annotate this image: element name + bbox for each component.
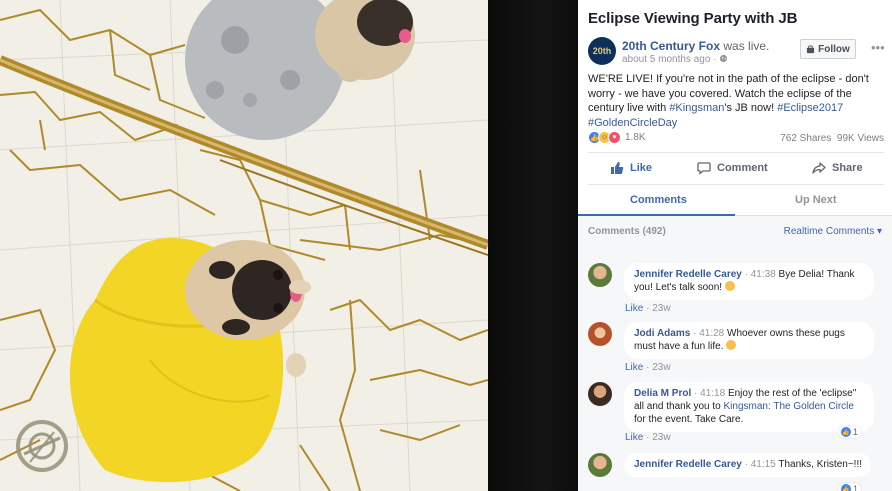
comment-time[interactable]: · 41:38 (745, 269, 776, 280)
thumbs-up-icon (611, 162, 624, 174)
shares-count[interactable]: 762 Shares (780, 133, 831, 144)
comment-bubble: Jennifer Redelle Carey · 41:15 Thanks, K… (624, 453, 872, 477)
comment-bubble: Delia M Prol · 41:18 Enjoy the rest of t… (624, 382, 874, 432)
author-line: 20th Century Fox was live. (622, 39, 769, 53)
avatar[interactable] (588, 382, 612, 406)
tab-comments[interactable]: Comments (630, 194, 687, 206)
divider (588, 152, 884, 153)
share-label: Share (832, 162, 863, 174)
comment-age: · 23w (646, 303, 671, 314)
avatar[interactable] (588, 322, 612, 346)
hashtag-goldencircleday[interactable]: #GoldenCircleDay (588, 117, 677, 129)
globe-icon (720, 54, 728, 63)
page-avatar[interactable]: 20th (588, 37, 616, 65)
live-video-player[interactable] (0, 0, 488, 491)
kingsman-logo (16, 420, 68, 472)
comment-age: · 23w (646, 432, 671, 443)
comment-sort-dropdown[interactable]: Realtime Comments ▾ (784, 226, 882, 237)
video-frame-illustration (0, 0, 488, 491)
comment-like-count: 1 (853, 427, 859, 437)
divider (588, 184, 884, 185)
comment-text: Thanks, Kristen~!!! (778, 459, 863, 470)
post-meta: about 5 months ago · (622, 54, 728, 65)
winking-emoji-icon (726, 340, 737, 350)
hashtag-kingsman[interactable]: #Kingsman (669, 102, 724, 114)
more-options-icon[interactable]: ••• (871, 40, 885, 55)
avatar[interactable] (588, 453, 612, 477)
comment-bubble: Jennifer Redelle Carey · 41:38 Bye Delia… (624, 263, 874, 300)
comment-meta: Like · 23w (625, 432, 671, 443)
thumbs-up-icon: 👍 (841, 484, 851, 491)
comment-like-badge[interactable]: 👍 1 (838, 483, 862, 491)
comment-time[interactable]: · 41:15 (745, 459, 776, 470)
post-text-mid: 's JB now! (724, 102, 778, 114)
was-live-text: was live. (723, 39, 770, 53)
rss-icon (807, 44, 815, 53)
comment-like-link[interactable]: Like (625, 303, 643, 314)
comment-label: Comment (717, 162, 768, 174)
comments-count: Comments (492) (588, 226, 666, 237)
post-title: Eclipse Viewing Party with JB (588, 10, 798, 27)
page-mention-link[interactable]: Kingsman: The Golden Circle (724, 401, 854, 412)
like-label: Like (630, 162, 653, 174)
comment-like-link[interactable]: Like (625, 432, 643, 443)
share-button[interactable]: Share (812, 161, 863, 175)
commenter-name[interactable]: Jennifer Redelle Carey (634, 269, 742, 280)
love-reaction-icon: ♥ (608, 131, 621, 144)
comment-like-link[interactable]: Like (625, 362, 643, 373)
comment-text-end: for the event. Take Care. (634, 414, 744, 425)
thumbs-up-icon: 👍 (841, 427, 851, 437)
reaction-count: 1.8K (625, 132, 646, 143)
comments-list: Comments (492) Realtime Comments ▾ Jenni… (578, 216, 892, 491)
follow-button[interactable]: Follow (800, 39, 856, 59)
comment-time[interactable]: · 41:18 (694, 388, 725, 399)
comment-like-count: 1 (853, 484, 859, 491)
follow-label: Follow (818, 43, 850, 55)
share-icon (812, 162, 826, 174)
commenter-name[interactable]: Delia M Prol (634, 388, 691, 399)
post-stats: 762 Shares 99K Views (780, 133, 884, 144)
commenter-name[interactable]: Jennifer Redelle Carey (634, 459, 742, 470)
comment-button[interactable]: Comment (697, 161, 892, 175)
post-panel: Eclipse Viewing Party with JB 20th 20th … (578, 0, 892, 491)
comment-icon (697, 162, 711, 175)
video-letterbox (488, 0, 578, 491)
comment-age: · 23w (646, 362, 671, 373)
post-timestamp[interactable]: about 5 months ago · (622, 54, 717, 65)
post-text: WE'RE LIVE! If you're not in the path of… (588, 72, 884, 130)
comment-like-badge[interactable]: 👍 1 (838, 426, 862, 438)
comment-bubble: Jodi Adams · 41:28 Whoever owns these pu… (624, 322, 874, 359)
tab-up-next[interactable]: Up Next (795, 194, 837, 206)
page-name-link[interactable]: 20th Century Fox (622, 39, 720, 53)
comment-time[interactable]: · 41:28 (693, 328, 724, 339)
hashtag-eclipse2017[interactable]: #Eclipse2017 (777, 102, 843, 114)
views-count: 99K Views (836, 133, 884, 144)
laughing-emoji-icon (724, 281, 735, 291)
like-button[interactable]: Like (610, 161, 652, 175)
reactions-summary[interactable]: 👍 ☺ ♥ 1.8K (588, 131, 646, 144)
avatar[interactable] (588, 263, 612, 287)
comment-meta: Like · 23w (625, 362, 671, 373)
comment-meta: Like · 23w (625, 303, 671, 314)
commenter-name[interactable]: Jodi Adams (634, 328, 690, 339)
